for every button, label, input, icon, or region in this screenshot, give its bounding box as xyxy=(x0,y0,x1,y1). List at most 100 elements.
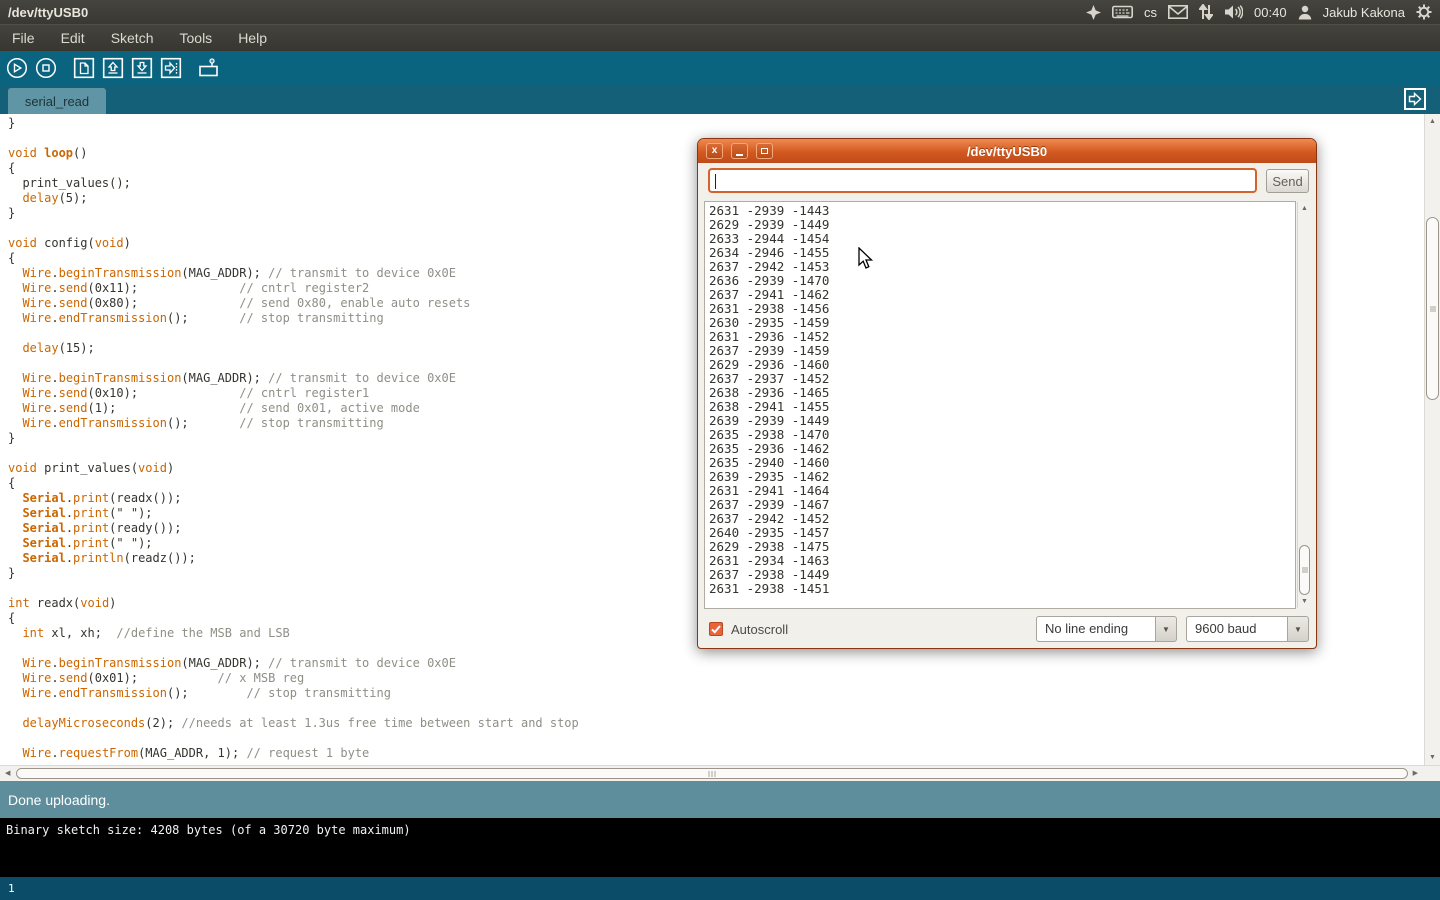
menu-sketch[interactable]: Sketch xyxy=(111,30,154,46)
applet-icon[interactable] xyxy=(1086,5,1101,20)
clock[interactable]: 00:40 xyxy=(1254,5,1287,20)
build-console: Binary sketch size: 4208 bytes (of a 307… xyxy=(0,818,1440,877)
serial-line: 2633 -2944 -1454 xyxy=(709,232,1295,246)
system-tray: cs 00:40 Jakub Kakona xyxy=(1086,4,1440,20)
serial-monitor-titlebar[interactable]: /dev/ttyUSB0 x xyxy=(698,139,1316,163)
status-bar: Done uploading. xyxy=(0,781,1440,818)
scroll-up-arrow[interactable]: ▲ xyxy=(1429,118,1436,125)
code-line: Wire.endTransmission(); // stop transmit… xyxy=(8,686,1424,701)
serial-scroll-up-arrow[interactable]: ▲ xyxy=(1301,205,1308,212)
scroll-left-arrow[interactable]: ◀ xyxy=(5,770,10,777)
tab-menu-button[interactable] xyxy=(1403,87,1427,111)
serial-monitor-button[interactable] xyxy=(197,56,221,80)
line-number-bar: 1 xyxy=(0,877,1440,900)
chevron-down-icon[interactable]: ▼ xyxy=(1287,616,1309,642)
menubar: File Edit Sketch Tools Help xyxy=(0,24,1440,51)
code-line: Wire.send(0x01); // x MSB reg xyxy=(8,671,1424,686)
serial-vscroll-thumb[interactable] xyxy=(1299,545,1310,595)
serial-line: 2635 -2940 -1460 xyxy=(709,456,1295,470)
serial-line: 2637 -2939 -1459 xyxy=(709,344,1295,358)
volume-icon[interactable] xyxy=(1224,4,1243,20)
code-line: } xyxy=(8,116,1424,131)
mail-icon[interactable] xyxy=(1168,5,1188,19)
serial-vertical-scrollbar[interactable]: ▲ ▼ xyxy=(1297,202,1311,608)
autoscroll-label[interactable]: Autoscroll xyxy=(731,622,788,637)
serial-line: 2637 -2937 -1452 xyxy=(709,372,1295,386)
maximize-button[interactable] xyxy=(756,143,773,159)
user-icon xyxy=(1298,5,1312,20)
serial-line: 2629 -2939 -1449 xyxy=(709,218,1295,232)
upload-button[interactable] xyxy=(159,56,183,80)
serial-line: 2636 -2939 -1470 xyxy=(709,274,1295,288)
serial-line: 2637 -2939 -1467 xyxy=(709,498,1295,512)
serial-line: 2631 -2938 -1456 xyxy=(709,302,1295,316)
keyboard-icon[interactable] xyxy=(1112,5,1133,19)
scroll-down-arrow[interactable]: ▼ xyxy=(1429,754,1436,761)
code-line xyxy=(8,731,1424,746)
open-button[interactable] xyxy=(101,56,125,80)
verify-button[interactable] xyxy=(5,56,29,80)
serial-monitor-window: /dev/ttyUSB0 x Send 2631 -2939 -14432629… xyxy=(697,138,1317,649)
serial-line: 2637 -2942 -1452 xyxy=(709,512,1295,526)
serial-line: 2629 -2936 -1460 xyxy=(709,358,1295,372)
serial-line: 2631 -2934 -1463 xyxy=(709,554,1295,568)
network-arrows-icon[interactable] xyxy=(1199,4,1213,20)
serial-line: 2640 -2935 -1457 xyxy=(709,526,1295,540)
serial-line: 2631 -2941 -1464 xyxy=(709,484,1295,498)
code-line xyxy=(8,701,1424,716)
console-text: Binary sketch size: 4208 bytes (of a 307… xyxy=(6,823,411,837)
baud-rate-value[interactable]: 9600 baud xyxy=(1186,616,1287,642)
session-gear-icon[interactable] xyxy=(1416,4,1432,20)
serial-line: 2638 -2936 -1465 xyxy=(709,386,1295,400)
send-button-label: Send xyxy=(1272,174,1302,189)
serial-line: 2637 -2942 -1453 xyxy=(709,260,1295,274)
editor-horizontal-scrollbar[interactable]: ◀ ▶ xyxy=(0,765,1440,781)
serial-line: 2637 -2941 -1462 xyxy=(709,288,1295,302)
serial-line: 2630 -2935 -1459 xyxy=(709,316,1295,330)
serial-output-area[interactable]: 2631 -2939 -14432629 -2939 -14492633 -29… xyxy=(704,201,1296,609)
send-button[interactable]: Send xyxy=(1266,169,1309,193)
new-sketch-button[interactable] xyxy=(72,56,96,80)
user-name[interactable]: Jakub Kakona xyxy=(1323,5,1405,20)
serial-input-field[interactable] xyxy=(708,168,1257,193)
menu-help[interactable]: Help xyxy=(238,30,267,46)
line-ending-dropdown[interactable]: No line ending ▼ xyxy=(1036,616,1177,642)
serial-line: 2635 -2938 -1470 xyxy=(709,428,1295,442)
autoscroll-checkbox[interactable] xyxy=(709,622,723,636)
stop-button[interactable] xyxy=(34,56,58,80)
serial-line: 2634 -2946 -1455 xyxy=(709,246,1295,260)
menu-tools[interactable]: Tools xyxy=(180,30,213,46)
tab-bar: serial_read xyxy=(0,85,1440,114)
serial-line: 2631 -2939 -1443 xyxy=(709,204,1295,218)
scroll-right-arrow[interactable]: ▶ xyxy=(1413,770,1418,777)
serial-monitor-title: /dev/ttyUSB0 xyxy=(698,144,1316,159)
menu-edit[interactable]: Edit xyxy=(61,30,85,46)
serial-line: 2639 -2939 -1449 xyxy=(709,414,1295,428)
code-line: Wire.beginTransmission(MAG_ADDR); // tra… xyxy=(8,656,1424,671)
close-button[interactable]: x xyxy=(706,143,723,159)
menu-file[interactable]: File xyxy=(12,30,35,46)
editor-hscroll-thumb[interactable] xyxy=(16,768,1408,779)
serial-monitor-controls: Autoscroll No line ending ▼ 9600 baud ▼ xyxy=(698,609,1316,646)
baud-rate-dropdown[interactable]: 9600 baud ▼ xyxy=(1186,616,1309,642)
keyboard-layout-label[interactable]: cs xyxy=(1144,5,1157,20)
code-line: Wire.requestFrom(MAG_ADDR, 1); // reques… xyxy=(8,746,1424,761)
window-title: /dev/ttyUSB0 xyxy=(0,5,88,20)
chevron-down-icon[interactable]: ▼ xyxy=(1155,616,1177,642)
current-line-number: 1 xyxy=(8,882,15,895)
toolbar xyxy=(0,51,1440,85)
tab-serial-read[interactable]: serial_read xyxy=(8,88,106,114)
serial-line: 2635 -2936 -1462 xyxy=(709,442,1295,456)
editor-vscroll-thumb[interactable] xyxy=(1426,217,1439,400)
serial-line: 2638 -2941 -1455 xyxy=(709,400,1295,414)
editor-vertical-scrollbar[interactable]: ▲ ▼ xyxy=(1424,114,1440,765)
line-ending-value[interactable]: No line ending xyxy=(1036,616,1155,642)
tab-label: serial_read xyxy=(25,94,89,109)
text-caret xyxy=(715,174,716,189)
desktop-top-panel: /dev/ttyUSB0 cs 00:40 Jakub Kakona xyxy=(0,0,1440,24)
serial-scroll-down-arrow[interactable]: ▼ xyxy=(1301,598,1308,605)
save-button[interactable] xyxy=(130,56,154,80)
minimize-button[interactable] xyxy=(731,143,748,159)
code-line: delayMicroseconds(2); //needs at least 1… xyxy=(8,716,1424,731)
serial-line: 2639 -2935 -1462 xyxy=(709,470,1295,484)
